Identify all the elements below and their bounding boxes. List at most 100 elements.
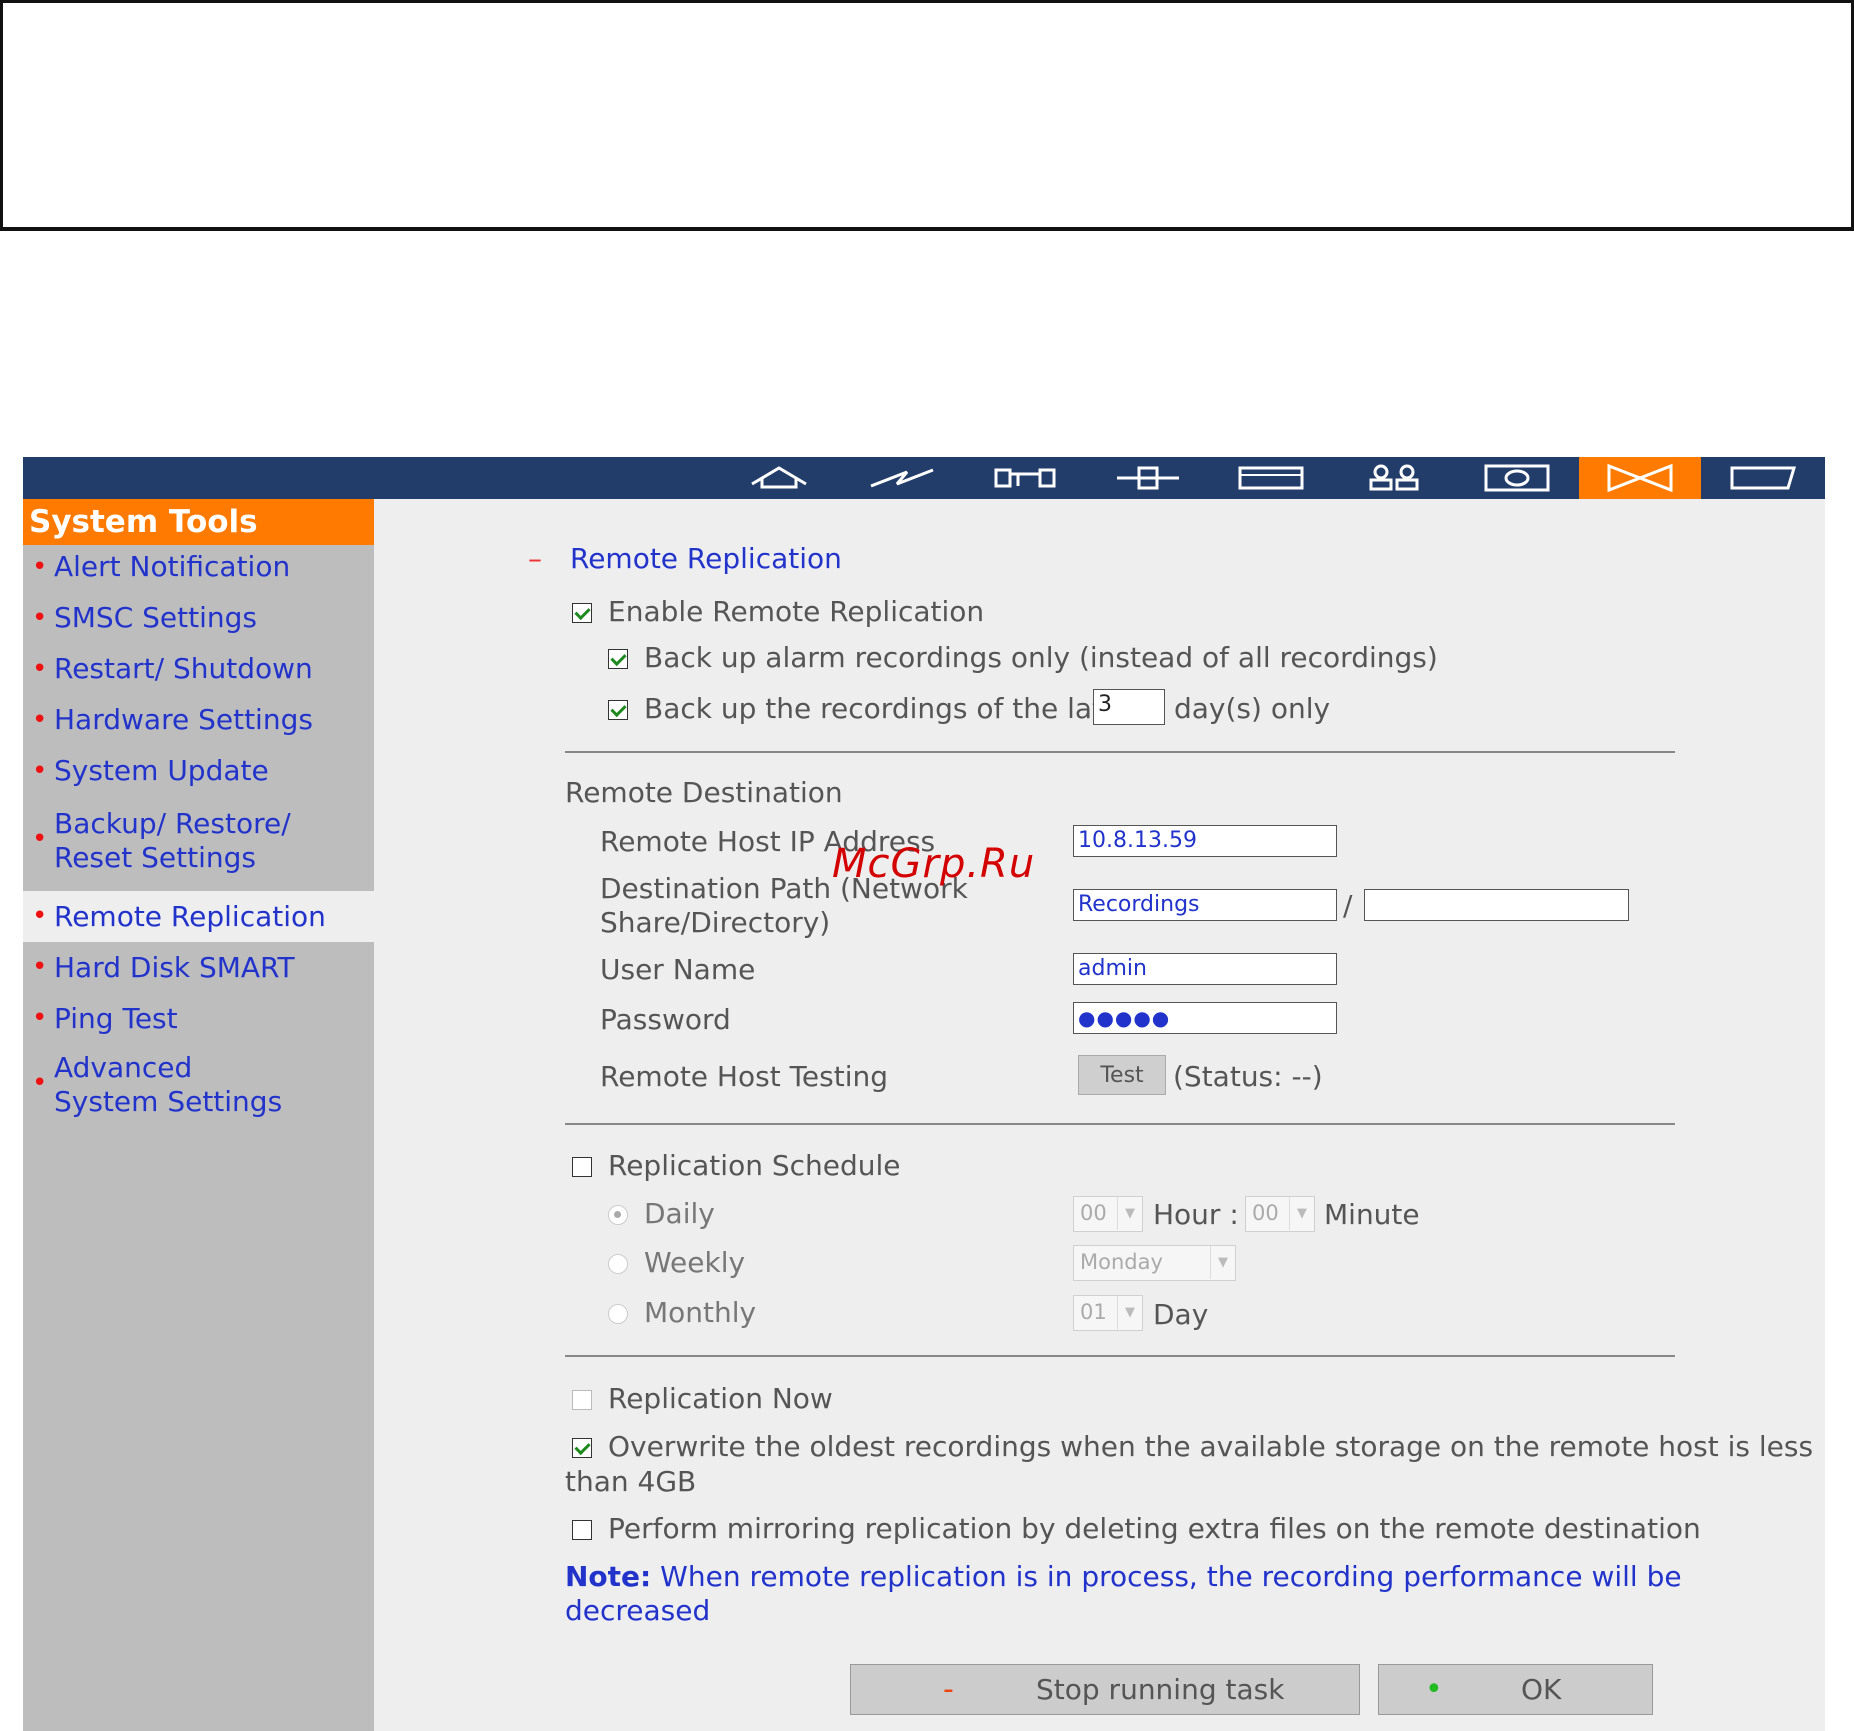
sidebar-item-label: Restart/ Shutdown [54,652,313,685]
divider [565,1123,1675,1125]
camera-icon[interactable] [1456,457,1578,499]
minute-select[interactable]: 00 ▼ [1245,1196,1315,1232]
overwrite-label-line2: than 4GB [565,1465,697,1498]
latest-days-checkbox[interactable] [608,700,628,720]
bullet-icon: • [32,901,48,931]
replication-schedule-label: Replication Schedule [608,1149,901,1182]
sidebar-item-label: Ping Test [54,1002,178,1035]
chevron-down-icon: ▼ [1210,1246,1235,1279]
monthly-label: Monthly [644,1296,757,1329]
logs-icon[interactable] [1702,457,1824,499]
latest-days-label: Back up the recordings of the latest [644,692,1146,725]
stop-running-task-button[interactable]: - Stop running task [850,1664,1360,1715]
users-icon[interactable] [1333,457,1455,499]
mirroring-label: Perform mirroring replication by deletin… [608,1512,1701,1545]
weekly-radio[interactable] [608,1254,628,1274]
bullet-icon: • [32,1068,48,1098]
network-icon[interactable] [1087,457,1209,499]
weekly-label: Weekly [644,1246,746,1279]
path-separator: / [1343,889,1353,922]
sidebar-item-remote-replication[interactable]: • Remote Replication [23,891,374,942]
divider [565,1355,1675,1357]
remote-destination-heading: Remote Destination [565,776,843,809]
latest-days-suffix: day(s) only [1174,692,1331,725]
chevron-down-icon: ▼ [1117,1197,1142,1230]
overwrite-checkbox[interactable] [572,1438,592,1458]
ip-address-input[interactable]: 10.8.13.59 [1073,825,1337,857]
bullet-icon: • [32,603,48,633]
divider [565,751,1675,753]
destination-path-input[interactable]: Recordings [1073,889,1337,921]
ok-button[interactable]: • OK [1378,1664,1653,1715]
day-value: 01 [1080,1300,1107,1324]
enable-replication-label: Enable Remote Replication [608,595,985,628]
replication-now-checkbox[interactable] [572,1390,592,1410]
sidebar-item-alert-notification[interactable]: • Alert Notification [23,550,374,601]
watermark: McGrp.Ru [832,841,1036,887]
sidebar-title: System Tools [23,499,374,545]
destination-subpath-input[interactable] [1364,889,1629,921]
minute-label: Minute [1324,1198,1420,1231]
note-line1: Note: When remote replication is in proc… [565,1560,1682,1594]
alarm-only-label: Back up alarm recordings only (instead o… [644,641,1438,674]
home-icon[interactable] [718,457,840,499]
sidebar-item-label: Remote Replication [54,900,326,933]
top-nav-bar [23,457,1825,499]
bullet-icon: • [32,824,48,854]
collapse-icon[interactable]: – [528,542,542,576]
bullet-icon: • [32,1003,48,1033]
quick-config-icon[interactable] [841,457,963,499]
sidebar-item-advanced-system-settings[interactable]: • Advanced System Settings [23,1044,374,1130]
bullet-icon: • [32,654,48,684]
password-input[interactable]: ●●●●● [1073,1002,1337,1034]
weekday-select[interactable]: Monday ▼ [1073,1245,1236,1281]
system-settings-icon[interactable] [964,457,1086,499]
day-select[interactable]: 01 ▼ [1073,1295,1143,1331]
sidebar-item-backup-restore-reset[interactable]: • Backup/ Restore/ Reset Settings [23,805,374,891]
sidebar-item-hardware-settings[interactable]: • Hardware Settings [23,703,374,754]
note-line2: decreased [565,1594,711,1627]
latest-days-input[interactable]: 3 [1093,689,1165,725]
sidebar-item-label: SMSC Settings [54,601,257,634]
user-name-label: User Name [600,953,756,986]
sidebar-item-hard-disk-smart[interactable]: • Hard Disk SMART [23,942,374,993]
sidebar-item-label: Hardware Settings [54,703,313,736]
weekday-value: Monday [1080,1250,1163,1274]
enable-replication-checkbox[interactable] [572,603,592,623]
hour-select[interactable]: 00 ▼ [1073,1196,1143,1232]
monthly-radio[interactable] [608,1304,628,1324]
system-tools-icon[interactable] [1579,457,1701,499]
user-name-input[interactable]: admin [1073,953,1337,985]
sidebar-item-ping-test[interactable]: • Ping Test [23,993,374,1044]
status-text: (Status: --) [1173,1060,1323,1093]
note-text: When remote replication is in process, t… [660,1560,1682,1593]
path-label-line2: Share/Directory) [600,906,831,939]
chevron-down-icon: ▼ [1117,1296,1142,1329]
replication-now-label: Replication Now [608,1382,833,1415]
chevron-down-icon: ▼ [1289,1197,1314,1230]
password-mask: ●●●●● [1078,1006,1171,1030]
day-label: Day [1153,1298,1209,1331]
sidebar-item-label: Alert Notification [54,550,291,583]
daily-label: Daily [644,1197,715,1230]
test-button[interactable]: Test [1078,1055,1166,1095]
mirroring-checkbox[interactable] [572,1520,592,1540]
device-icon[interactable] [1210,457,1332,499]
replication-schedule-checkbox[interactable] [572,1157,592,1177]
sidebar-item-system-update[interactable]: • System Update [23,754,374,805]
main-panel: – Remote Replication Enable Remote Repli… [374,499,1825,1731]
sidebar-item-smsc-settings[interactable]: • SMSC Settings [23,601,374,652]
overwrite-label-line1: Overwrite the oldest recordings when the… [608,1430,1814,1463]
sidebar-item-label: System Update [54,754,269,787]
remote-host-testing-label: Remote Host Testing [600,1060,889,1093]
hour-value: 00 [1080,1201,1107,1225]
sidebar-item-restart-shutdown[interactable]: • Restart/ Shutdown [23,652,374,703]
alarm-only-checkbox[interactable] [608,649,628,669]
ok-mark-icon: • [1425,1672,1443,1707]
sidebar-item-label: Hard Disk SMART [54,951,295,984]
bullet-icon: • [32,952,48,982]
ok-button-label: OK [1521,1673,1562,1706]
hour-label: Hour : [1153,1198,1239,1231]
daily-radio[interactable] [608,1205,628,1225]
stop-button-label: Stop running task [1036,1673,1285,1706]
